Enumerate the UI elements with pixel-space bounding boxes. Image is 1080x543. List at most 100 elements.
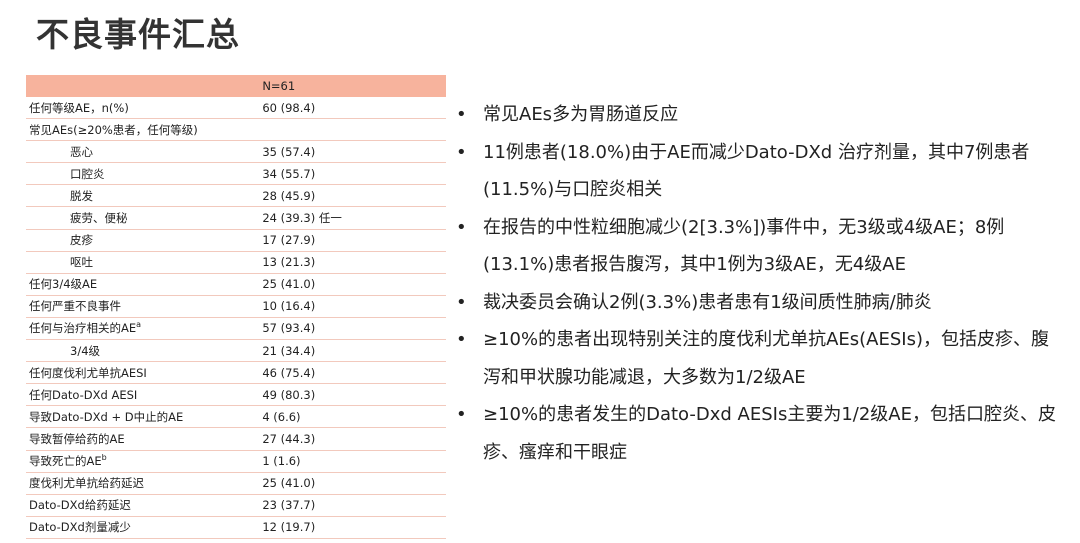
table-row: 常见AEs(≥20%患者，任何等级) <box>26 118 446 142</box>
adverse-events-table: N=61 任何等级AE，n(%) 60 (98.4) 常见AEs(≥20%患者，任何… <box>26 75 446 539</box>
table-row: 导致暂停给药的AE 27 (44.3) <box>26 427 446 451</box>
row-value: 4 (6.6) <box>262 405 446 429</box>
bullet-dot-icon: • <box>456 104 467 125</box>
summary-bullets: • 常见AEs多为胃肠道反应 • 11例患者(18.0%)由于AE而减少Dato-DX… <box>454 96 1064 471</box>
row-value: 23 (37.7) <box>262 494 446 517</box>
bullet-item: • 11例患者(18.0%)由于AE而减少Dato-DXd 治疗剂量，其中7例患者… <box>454 134 1064 209</box>
table-header-row: N=61 <box>26 75 446 97</box>
row-label-text: 皮疹 <box>70 233 93 248</box>
footnote-marker: b <box>101 453 107 463</box>
row-value: 49 (80.3) <box>262 383 446 407</box>
bullet-text: 11例患者(18.0%)由于AE而减少Dato-DXd 治疗剂量，其中7例患者(… <box>483 141 1030 201</box>
table-row: 疲劳、便秘 24 (39.3) 任一 <box>26 206 446 230</box>
row-label-text: 任何度伐利尤单抗AESI <box>29 365 147 380</box>
bullet-item: • 裁决委员会确认2例(3.3%)患者患有1级间质性肺病/肺炎 <box>454 284 1064 322</box>
row-label-text: 任何Dato-DXd AESI <box>29 387 138 402</box>
row-value: 12 (19.7) <box>262 516 446 539</box>
row-value: 13 (21.3) <box>262 251 446 274</box>
row-label: 任何严重不良事件 <box>26 295 263 318</box>
row-value: 60 (98.4) <box>262 97 446 120</box>
row-value: 28 (45.9) <box>262 184 446 208</box>
bullet-item: • 在报告的中性粒细胞减少(2[3.3%])事件中，无3级或4级AE；8例(13.… <box>454 209 1064 284</box>
row-label: 导致暂停给药的AE <box>26 427 263 451</box>
row-value: 27 (44.3) <box>262 427 446 451</box>
row-label: 口腔炎 <box>26 162 263 186</box>
row-label-text: 任何等级AE，n(%) <box>29 100 129 115</box>
row-value: 17 (27.9) <box>262 229 446 252</box>
table-row: 口腔炎 34 (55.7) <box>26 162 446 186</box>
row-label-text: 呕吐 <box>70 255 93 270</box>
row-value: 25 (41.0) <box>262 273 446 296</box>
row-label: 3/4级 <box>26 339 263 363</box>
table-row: 度伐利尤单抗给药延迟 25 (41.0) <box>26 472 446 495</box>
row-label: 恶心 <box>26 140 263 164</box>
row-label: 导致死亡的AEb <box>26 450 263 473</box>
row-label: 疲劳、便秘 <box>26 206 263 230</box>
row-label: Dato-DXd剂量减少 <box>26 516 263 539</box>
row-label-text: 口腔炎 <box>70 166 105 181</box>
row-label-text: 3/4级 <box>70 343 101 358</box>
row-label-text: Dato-DXd给药延迟 <box>29 498 131 513</box>
header-col2: N=61 <box>262 75 446 97</box>
row-label-text: 常见AEs(≥20%患者，任何等级) <box>29 122 198 137</box>
table-row: 任何严重不良事件 10 (16.4) <box>26 295 446 318</box>
bullet-dot-icon: • <box>456 329 467 350</box>
table-row: Dato-DXd给药延迟 23 (37.7) <box>26 494 446 517</box>
row-value: 25 (41.0) <box>262 472 446 495</box>
table-row: 皮疹 17 (27.9) <box>26 229 446 252</box>
row-value: 46 (75.4) <box>262 361 446 385</box>
row-label-text: 恶心 <box>70 144 93 159</box>
row-value: 10 (16.4) <box>262 295 446 318</box>
row-label: 脱发 <box>26 184 263 208</box>
row-label: 任何3/4级AE <box>26 273 263 296</box>
row-label: 度伐利尤单抗给药延迟 <box>26 472 263 495</box>
row-label: 任何与治疗相关的AEa <box>26 317 263 341</box>
table-row: 呕吐 13 (21.3) <box>26 251 446 274</box>
row-value: 35 (57.4) <box>262 140 446 164</box>
table-row: Dato-DXd剂量减少 12 (19.7) <box>26 516 446 539</box>
row-label-text: 任何与治疗相关的AE <box>29 321 137 336</box>
footnote-marker: a <box>136 320 142 330</box>
row-label: 常见AEs(≥20%患者，任何等级) <box>26 118 263 142</box>
row-label: 呕吐 <box>26 251 263 274</box>
row-label: 任何等级AE，n(%) <box>26 97 263 120</box>
bullet-text: ≥10%的患者发生的Dato-Dxd AESIs主要为1/2级AE，包括口腔炎、… <box>483 404 1056 463</box>
row-label-text: 任何3/4级AE <box>29 277 98 292</box>
table-row: 任何等级AE，n(%) 60 (98.4) <box>26 97 446 120</box>
row-label-text: 导致死亡的AE <box>29 454 102 469</box>
table-row: 脱发 28 (45.9) <box>26 184 446 208</box>
row-label-text: 度伐利尤单抗给药延迟 <box>29 476 144 491</box>
bullet-dot-icon: • <box>456 404 467 425</box>
table-row: 任何3/4级AE 25 (41.0) <box>26 273 446 296</box>
row-label-text: 导致暂停给药的AE <box>29 431 125 446</box>
row-label-text: 导致Dato-DXd + D中止的AE <box>29 409 184 424</box>
row-label-text: 任何严重不良事件 <box>29 299 121 314</box>
row-label-text: 脱发 <box>70 188 93 203</box>
bullet-item: • ≥10%的患者发生的Dato-Dxd AESIs主要为1/2级AE，包括口腔炎… <box>454 396 1064 471</box>
bullet-text: 常见AEs多为胃肠道反应 <box>483 104 679 125</box>
row-label: Dato-DXd给药延迟 <box>26 494 263 517</box>
row-value: 34 (55.7) <box>262 162 446 186</box>
table-row: 3/4级 21 (34.4) <box>26 339 446 363</box>
bullet-text: ≥10%的患者出现特别关注的度伐利尤单抗AEs(AESIs)，包括皮疹、腹泻和甲… <box>483 329 1049 388</box>
table-row: 恶心 35 (57.4) <box>26 140 446 164</box>
row-value: 57 (93.4) <box>262 317 446 341</box>
row-value: 24 (39.3) 任一 <box>262 206 446 230</box>
table-row: 任何Dato-DXd AESI 49 (80.3) <box>26 383 446 407</box>
row-label: 皮疹 <box>26 229 263 252</box>
row-value: 21 (34.4) <box>262 339 446 363</box>
header-col1 <box>26 75 263 97</box>
row-label: 导致Dato-DXd + D中止的AE <box>26 405 263 429</box>
bullet-text: 在报告的中性粒细胞减少(2[3.3%])事件中，无3级或4级AE；8例(13.1… <box>483 216 1005 276</box>
row-label-text: Dato-DXd剂量减少 <box>29 520 131 535</box>
table-row: 任何与治疗相关的AEa 57 (93.4) <box>26 317 446 341</box>
bullet-item: • 常见AEs多为胃肠道反应 <box>454 96 1064 134</box>
table-row: 任何度伐利尤单抗AESI 46 (75.4) <box>26 361 446 385</box>
bullet-dot-icon: • <box>456 141 467 163</box>
bullet-dot-icon: • <box>456 291 467 313</box>
row-label-text: 疲劳、便秘 <box>70 211 128 226</box>
table-row: 导致Dato-DXd + D中止的AE 4 (6.6) <box>26 405 446 429</box>
row-label: 任何度伐利尤单抗AESI <box>26 361 263 385</box>
bullet-text: 裁决委员会确认2例(3.3%)患者患有1级间质性肺病/肺炎 <box>483 291 932 313</box>
bullet-item: • ≥10%的患者出现特别关注的度伐利尤单抗AEs(AESIs)，包括皮疹、腹泻和… <box>454 321 1064 396</box>
